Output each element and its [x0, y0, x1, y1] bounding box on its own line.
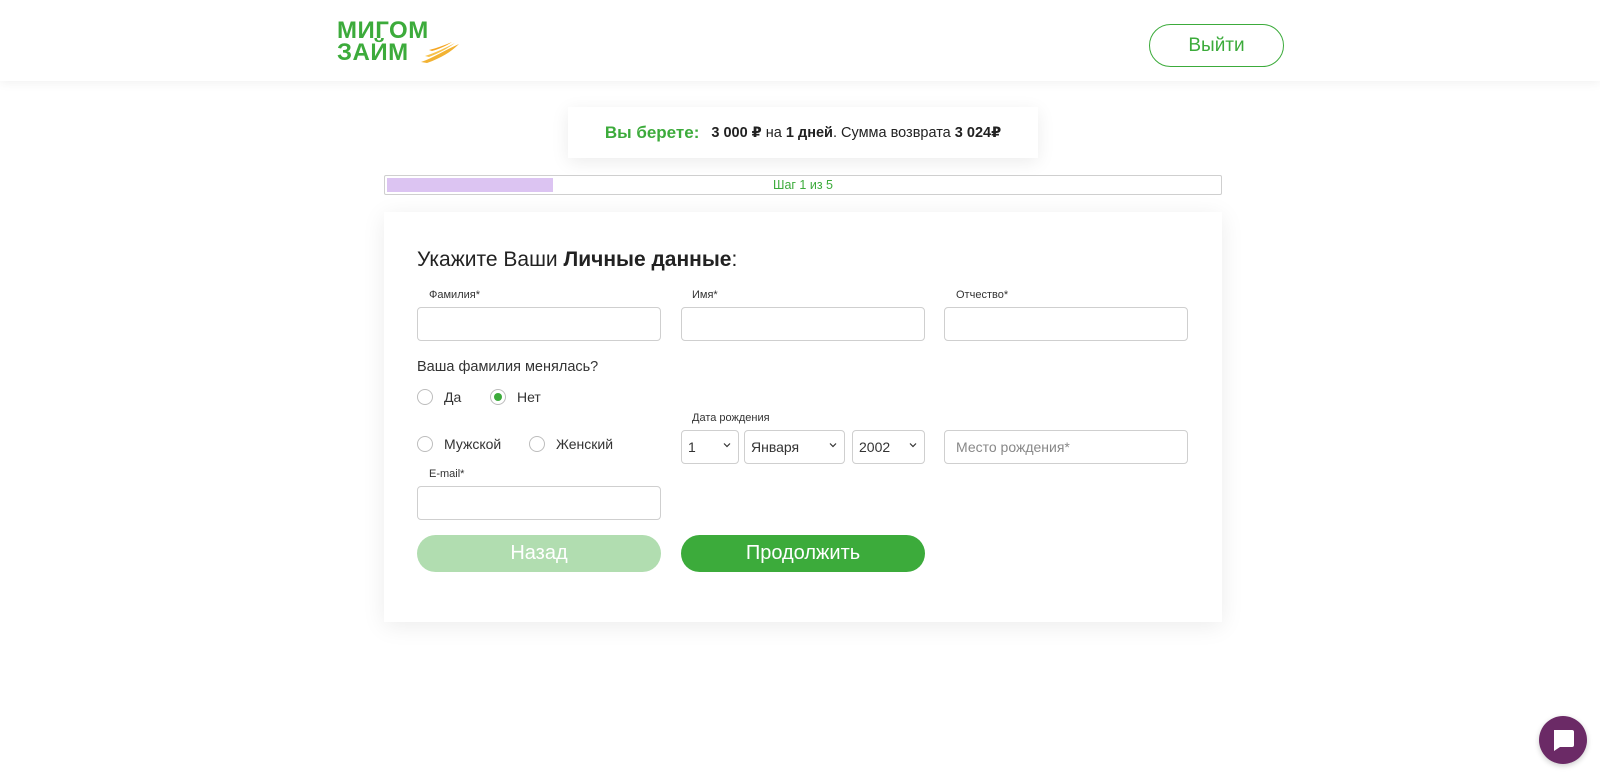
radio-label: Женский — [556, 436, 614, 452]
birth-day-select[interactable]: 1 — [681, 430, 739, 464]
name-label: Имя* — [692, 289, 718, 301]
chat-widget-button[interactable] — [1539, 716, 1587, 764]
email-label: E-mail* — [429, 468, 465, 480]
radio-circle — [417, 436, 433, 452]
birth-year-value: 2002 — [859, 439, 891, 455]
summary-lead: Вы берете: — [604, 122, 700, 142]
logo[interactable]: МИГОМ ЗАЙМ — [337, 19, 462, 66]
birth-month-select[interactable]: Января — [744, 430, 845, 464]
radio-circle — [529, 436, 545, 452]
summary-return-amount: 3 024₽ — [954, 124, 1002, 141]
radio-label: Да — [444, 389, 462, 405]
name-input[interactable] — [681, 307, 925, 341]
gender-female-radio[interactable]: Женский — [529, 436, 613, 452]
surname-label: Фамилия* — [429, 289, 480, 301]
gender-male-radio[interactable]: Мужской — [417, 436, 501, 452]
header: МИГОМ ЗАЙМ Выйти — [0, 0, 1600, 81]
chevron-down-icon — [909, 443, 917, 448]
continue-button[interactable]: Продолжить — [681, 535, 925, 572]
back-button[interactable]: Назад — [417, 535, 661, 572]
personal-data-form: Укажите Ваши Личные данные: Фамилия* Имя… — [384, 212, 1222, 622]
surname-changed-no-radio[interactable]: Нет — [490, 389, 541, 405]
surname-input[interactable] — [417, 307, 661, 341]
birth-day-value: 1 — [688, 439, 696, 455]
summary-days: 1 дней — [785, 124, 833, 141]
chevron-down-icon — [723, 443, 731, 448]
birth-month-value: Января — [751, 439, 800, 455]
radio-circle — [417, 389, 433, 405]
radio-circle-checked — [490, 389, 506, 405]
progress-label: Шаг 1 из 5 — [772, 178, 833, 192]
logo-line2: ЗАЙМ — [337, 39, 409, 66]
logo-wing-icon — [421, 42, 459, 63]
heading-suffix: : — [731, 248, 738, 271]
chevron-down-icon — [829, 443, 837, 448]
birthdate-label: Дата рождения — [692, 412, 770, 424]
email-input[interactable] — [417, 486, 661, 520]
surname-changed-yes-radio[interactable]: Да — [417, 389, 461, 405]
heading-prefix: Укажите Ваши — [417, 248, 564, 271]
summary-text-on: на — [761, 124, 786, 141]
radio-label: Мужской — [444, 436, 502, 452]
patronymic-input[interactable] — [944, 307, 1188, 341]
chat-bubble-icon — [1554, 730, 1574, 751]
summary-text-return: . Сумма возврата — [832, 124, 955, 141]
step-progress-bar: Шаг 1 из 5 — [384, 175, 1222, 195]
logout-button[interactable]: Выйти — [1149, 24, 1284, 67]
form-heading: Укажите Ваши Личные данные: — [417, 248, 737, 272]
surname-changed-question: Ваша фамилия менялась? — [417, 359, 599, 375]
patronymic-label: Отчество* — [956, 289, 1009, 301]
heading-bold: Личные данные — [563, 248, 732, 271]
loan-summary: Вы берете: 3 000 ₽ на 1 дней . Сумма воз… — [568, 107, 1038, 158]
birth-year-select[interactable]: 2002 — [852, 430, 925, 464]
birthplace-input[interactable] — [944, 430, 1188, 464]
radio-label: Нет — [517, 389, 541, 405]
summary-amount: 3 000 ₽ — [711, 124, 762, 141]
